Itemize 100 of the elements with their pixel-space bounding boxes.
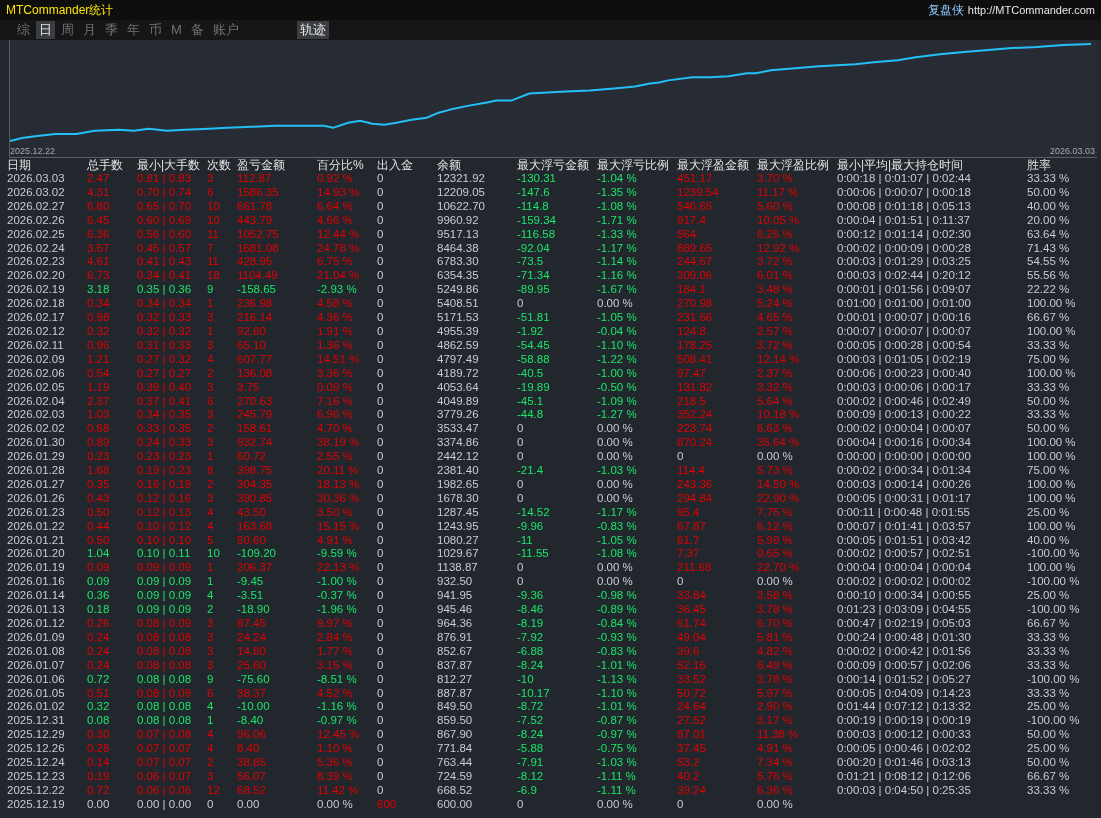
table-cell-text: 0.06 | 0.07 [137,769,193,784]
table-cell-text: 0.08 [87,714,111,729]
column-header: 胜率 [1027,158,1052,172]
table-cell-text: 6.36 [87,227,111,242]
table-cell-text: 0 [517,561,525,576]
table-cell-text: 0.68 [87,422,111,437]
period-tab[interactable]: 账户 [209,21,242,39]
table-cell-text: 5.81 % [757,630,794,645]
table-cell-text: 27.52 [677,714,707,729]
table-cell-text: 0.32 | 0.32 [137,324,193,339]
table-cell-text: 2.84 % [317,630,354,645]
table-cell-text: 0 [377,491,385,506]
table-cell-text: -1.08 % [597,547,638,562]
table-cell-text: 3 [207,644,215,659]
table-cell-text: 65.10 [237,338,267,353]
table-cell-text: 2442.12 [437,450,480,465]
table-cell-text: 4.31 [87,185,111,200]
table-cell-text: 428.95 [237,255,274,270]
period-tab[interactable]: 日 [36,21,55,39]
view-tab[interactable]: 轨迹 [296,21,329,39]
table-cell-text: 5171.53 [437,311,480,325]
period-tab[interactable]: 季 [102,21,121,39]
table-cell-text: 0.00 | 0.00 [137,797,193,812]
period-tab[interactable]: 周 [58,21,77,39]
table-cell-text: 3 [207,380,215,395]
axis-label: 2025.12.22 [10,146,56,156]
table-cell-text: 218.5 [677,394,707,409]
table-cell-text: 0.54 [87,366,111,381]
table-cell-text: 25.00 % [1027,700,1071,715]
table-cell-text: 66.67 % [1027,311,1071,325]
table-cell-text: -0.98 % [597,589,638,604]
table-cell-text: 0:00:03 | 0:01:05 | 0:02:19 [837,352,972,367]
table-cell-text: 4797.49 [437,352,480,367]
table-cell-text: 0 [377,547,385,562]
table-cell-text: 0.44 [87,519,111,534]
period-tab[interactable]: 备 [187,21,207,39]
table-cell-text: 6.64 % [317,199,354,214]
table-cell-text: -6.9 [517,783,538,798]
table-cell-text: 0 [377,352,385,367]
table-cell-text: 100.00 % [1027,491,1077,506]
table-cell-text: 2026.01.19 [7,561,66,576]
table-cell-text: 0:00:01 | 0:00:07 | 0:00:16 [837,311,972,325]
table-cell-text: -1.22 % [597,352,638,367]
table-cell-text: 0 [677,797,685,812]
table-cell-text: 9 [207,283,215,298]
table-cell-text: 2026.01.05 [7,686,66,701]
table-cell-text: 2026.01.29 [7,450,66,465]
table-cell-text: 0 [377,644,385,659]
table-cell-text: -0.04 % [597,324,638,339]
period-tab[interactable]: 年 [124,21,143,39]
table-cell-text: 0:00:14 | 0:01:52 | 0:05:27 [837,672,972,687]
table-cell-text: 0:00:05 | 0:00:46 | 0:02:02 [837,742,972,757]
table-cell-text: 2.55 % [317,450,354,465]
table-cell-text: 40.00 % [1027,199,1071,214]
table-cell-text: 0 [377,630,385,645]
table-cell-text: 2025.12.19 [7,797,66,812]
table-cell-text: 3533.47 [437,422,480,437]
table-cell-text: 1 [207,324,215,339]
table-cell-text: 20.00 % [1027,213,1071,228]
table-cell-text: 6.96 % [317,408,354,423]
table-cell-text: 136.08 [237,366,274,381]
table-cell-text: 0:01:21 | 0:08:12 | 0:12:06 [837,769,972,784]
table-cell-text: -71.34 [517,269,551,284]
table-cell-text: 35.64 % [757,436,801,451]
period-tab[interactable]: 月 [80,21,99,39]
table-cell-text: 0.00 % [597,575,634,590]
table-cell-text: 4.66 % [317,213,354,228]
table-cell-text: 4 [207,519,215,534]
table-cell-text: 2026.02.05 [7,380,66,395]
table-cell-text: 941.95 [437,589,474,604]
table-cell-text: 1.36 % [317,338,354,353]
table-cell-text: 0:00:02 | 0:00:04 | 0:00:07 [837,422,972,437]
period-tab[interactable]: 币 [146,21,165,39]
table-cell-text: 0.00 % [317,797,354,812]
table-cell-text: 309.06 [677,269,714,284]
table-cell-text: 0.24 [87,658,111,673]
table-cell-text: -9.45 [237,575,265,590]
period-tab[interactable]: M [168,21,185,39]
table-cell-text: 0 [377,533,385,548]
table-cell-text: 2025.12.31 [7,714,66,729]
table-cell-text: 0.24 [87,644,111,659]
axis-label: 2026.03.03 [1049,146,1095,156]
column-header: 最小|平均|最大持仓时间 [837,158,965,172]
period-tab[interactable]: 综 [14,21,33,39]
table-cell-text: 0 [517,436,525,451]
table-cell-text: 6.01 % [757,269,794,284]
table-cell-text: 0 [377,241,385,256]
table-cell-text: 0.45 | 0.57 [137,241,193,256]
table-cell-text: 2026.01.02 [7,700,66,715]
table-cell-text: 25.00 % [1027,505,1071,520]
table-cell-text: 56.07 [237,769,267,784]
table-cell-text: -1.16 % [317,700,358,715]
table-cell-text: 0.12 | 0.16 [137,491,193,506]
table-cell-text: 661.78 [237,199,274,214]
table-cell-text: 0 [377,686,385,701]
website-link[interactable]: http://MTCommander.com [967,4,1095,16]
table-cell-text: 25.00 % [1027,742,1071,757]
table-cell-text: -0.37 % [317,589,358,604]
table-cell-text: 100.00 % [1027,324,1077,339]
table-cell-text: 9960.92 [437,213,480,228]
